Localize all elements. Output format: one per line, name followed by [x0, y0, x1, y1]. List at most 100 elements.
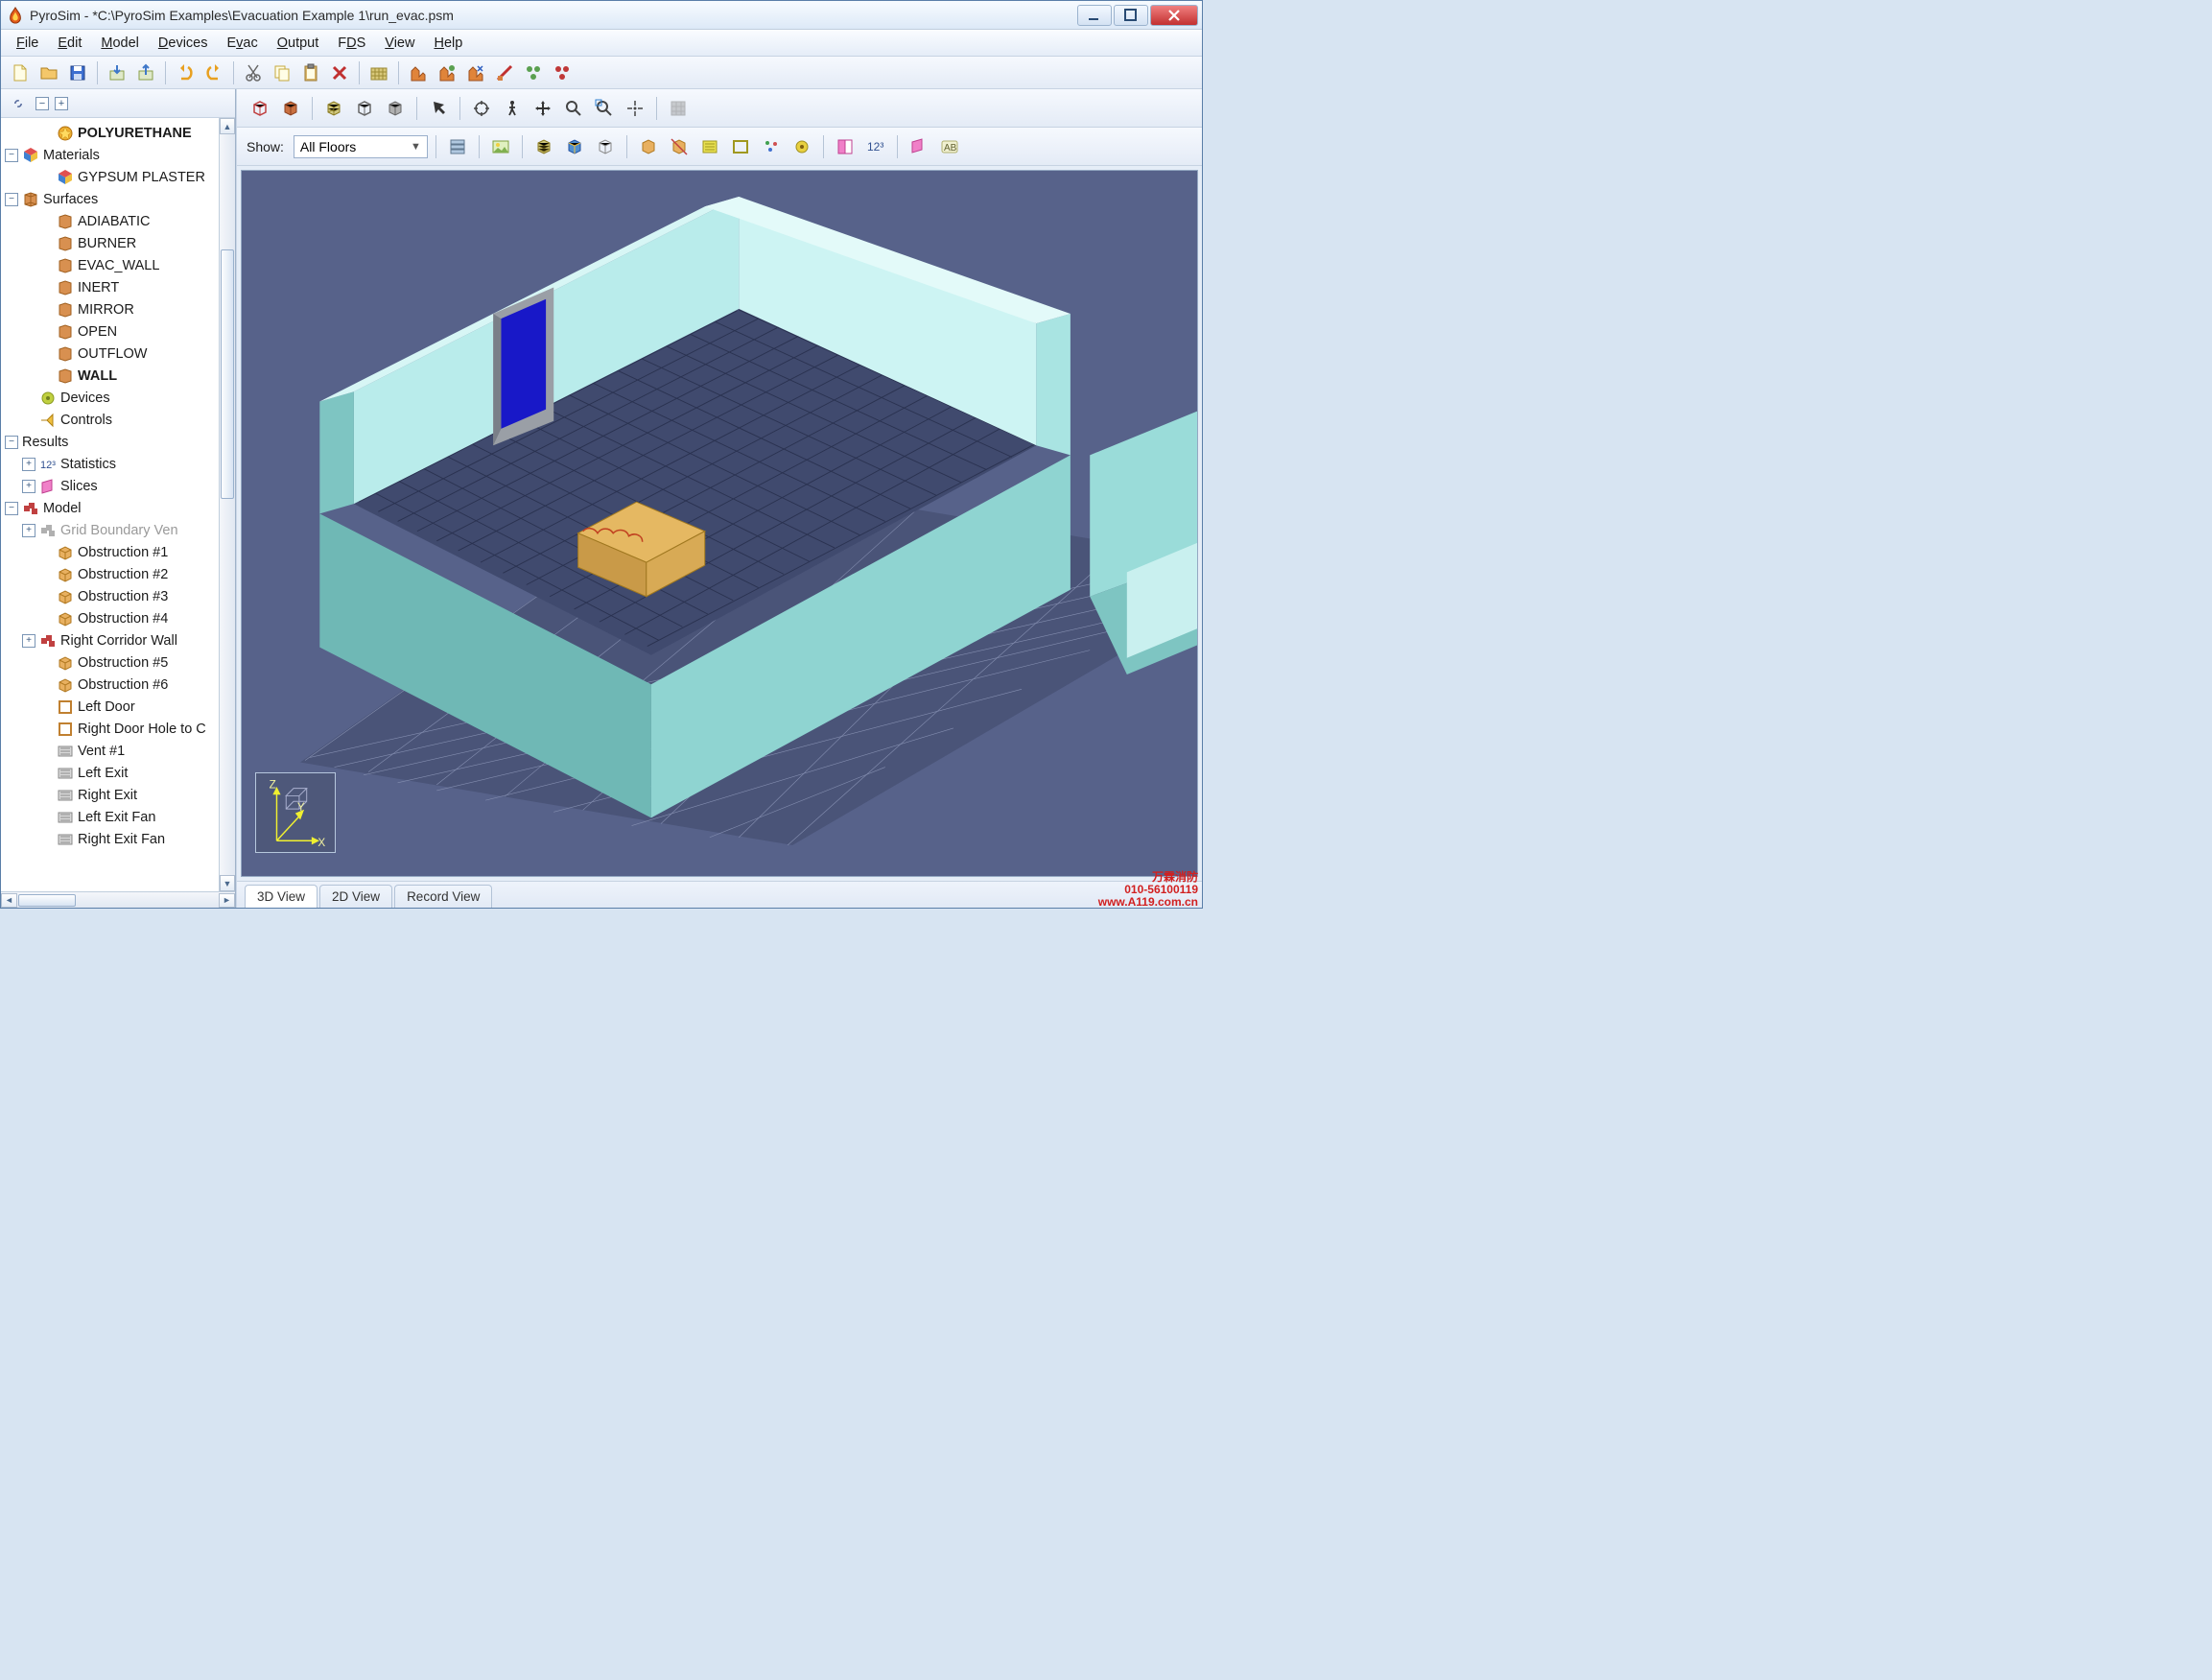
zoom-button[interactable] [560, 95, 587, 122]
tree-item-outflow[interactable]: OUTFLOW [5, 343, 219, 365]
tree-item-obs5[interactable]: Obstruction #5 [5, 651, 219, 674]
minimize-button[interactable] [1077, 5, 1112, 26]
run-fds-button[interactable] [405, 59, 432, 86]
tree-item-results[interactable]: −Results [5, 431, 219, 453]
menu-model[interactable]: Model [93, 34, 147, 53]
show-obst2-button[interactable] [666, 133, 693, 160]
bg-image-button[interactable] [487, 133, 514, 160]
menu-output[interactable]: Output [270, 34, 327, 53]
cut-button[interactable] [240, 59, 267, 86]
tree-item-model[interactable]: −Model [5, 497, 219, 519]
grid-shaded-button[interactable] [382, 95, 409, 122]
tree-vertical-scrollbar[interactable]: ▲ ▼ [219, 118, 235, 891]
grid-outline-button[interactable] [320, 95, 347, 122]
slice-button[interactable] [832, 133, 859, 160]
close-button[interactable] [1150, 5, 1198, 26]
new-file-button[interactable] [7, 59, 34, 86]
show-devices-button[interactable] [788, 133, 815, 160]
show-mesh-button[interactable] [530, 133, 557, 160]
copy-button[interactable] [269, 59, 295, 86]
menu-devices[interactable]: Devices [151, 34, 216, 53]
tree-item-burner[interactable]: BURNER [5, 232, 219, 254]
tree-item-adiabatic[interactable]: ADIABATIC [5, 210, 219, 232]
show-grid-button[interactable] [592, 133, 619, 160]
redo-button[interactable] [200, 59, 227, 86]
show-vents-button[interactable] [696, 133, 723, 160]
snap-button[interactable] [665, 95, 692, 122]
scroll-thumb[interactable] [221, 249, 234, 499]
tree-item-surfaces[interactable]: −Surfaces [5, 188, 219, 210]
paste-button[interactable] [297, 59, 324, 86]
tree-item-slices[interactable]: +Slices [5, 475, 219, 497]
tree-item-right-exit-fan[interactable]: Right Exit Fan [5, 828, 219, 850]
show-mesh-colored-button[interactable] [561, 133, 588, 160]
tree-item-obs3[interactable]: Obstruction #3 [5, 585, 219, 607]
scroll-down-button[interactable]: ▼ [220, 875, 235, 891]
menu-evac[interactable]: Evac [219, 34, 265, 53]
scroll-up-button[interactable]: ▲ [220, 118, 235, 134]
tree-item-grid-boundary[interactable]: +Grid Boundary Ven [5, 519, 219, 541]
show-particles-button[interactable] [758, 133, 785, 160]
tree-item-wall[interactable]: WALL [5, 365, 219, 387]
delete-button[interactable] [326, 59, 353, 86]
tree-item-obs4[interactable]: Obstruction #4 [5, 607, 219, 629]
tree-item-devices[interactable]: Devices [5, 387, 219, 409]
3d-viewport[interactable]: Z X Y [241, 170, 1198, 877]
tree-item-obs6[interactable]: Obstruction #6 [5, 674, 219, 696]
save-button[interactable] [64, 59, 91, 86]
show-obst1-button[interactable] [635, 133, 662, 160]
solid-button[interactable] [277, 95, 304, 122]
pan-button[interactable] [529, 95, 556, 122]
floor-config-button[interactable] [444, 133, 471, 160]
tree-item-materials[interactable]: −Materials [5, 144, 219, 166]
tree-item-inert[interactable]: INERT [5, 276, 219, 298]
show-holes-button[interactable] [727, 133, 754, 160]
tree-item-right-corridor[interactable]: +Right Corridor Wall [5, 629, 219, 651]
floor-select[interactable]: All Floors▼ [294, 135, 428, 158]
orbit-button[interactable] [468, 95, 495, 122]
scroll-left-button[interactable]: ◄ [1, 893, 17, 908]
navigation-tree[interactable]: POLYURETHANE −Materials GYPSUM PLASTER −… [1, 118, 219, 891]
expand-all-button[interactable]: + [55, 97, 68, 110]
undo-button[interactable] [172, 59, 199, 86]
tree-item-evac-wall[interactable]: EVAC_WALL [5, 254, 219, 276]
tree-item-controls[interactable]: Controls [5, 409, 219, 431]
maximize-button[interactable] [1114, 5, 1148, 26]
results-button[interactable] [462, 59, 489, 86]
export-button[interactable] [132, 59, 159, 86]
pink-slice-button[interactable] [906, 133, 932, 160]
tree-item-statistics[interactable]: +12³Statistics [5, 453, 219, 475]
tree-item-right-door-hole[interactable]: Right Door Hole to C [5, 718, 219, 740]
tree-item-obs1[interactable]: Obstruction #1 [5, 541, 219, 563]
cluster-green-button[interactable] [520, 59, 547, 86]
tree-item-vent1[interactable]: Vent #1 [5, 740, 219, 762]
hscroll-thumb[interactable] [18, 894, 76, 907]
walk-button[interactable] [499, 95, 526, 122]
zoom-extents-button[interactable] [591, 95, 618, 122]
label-style-button[interactable]: AB [936, 133, 963, 160]
tree-item-right-exit[interactable]: Right Exit [5, 784, 219, 806]
menu-fds[interactable]: FDS [330, 34, 373, 53]
tab-record-view[interactable]: Record View [394, 885, 492, 908]
tab-3d-view[interactable]: 3D View [245, 885, 318, 908]
tree-item-obs2[interactable]: Obstruction #2 [5, 563, 219, 585]
tree-item-left-exit-fan[interactable]: Left Exit Fan [5, 806, 219, 828]
tree-item-mirror[interactable]: MIRROR [5, 298, 219, 320]
cluster-red-button[interactable] [549, 59, 576, 86]
import-button[interactable] [104, 59, 130, 86]
mesh-button[interactable] [365, 59, 392, 86]
open-file-button[interactable] [35, 59, 62, 86]
menu-view[interactable]: View [377, 34, 422, 53]
tree-item-left-exit[interactable]: Left Exit [5, 762, 219, 784]
tree-item-gypsum[interactable]: GYPSUM PLASTER [5, 166, 219, 188]
scroll-right-button[interactable]: ► [219, 893, 235, 908]
run-evac-button[interactable] [434, 59, 460, 86]
smokeview-button[interactable] [491, 59, 518, 86]
tree-link-button[interactable] [7, 92, 30, 115]
select-tool-button[interactable] [425, 95, 452, 122]
menu-file[interactable]: File [9, 34, 46, 53]
grid-solid-button[interactable] [351, 95, 378, 122]
tree-item-left-door[interactable]: Left Door [5, 696, 219, 718]
tree-item-polyurethane[interactable]: POLYURETHANE [5, 122, 219, 144]
menu-help[interactable]: Help [426, 34, 470, 53]
